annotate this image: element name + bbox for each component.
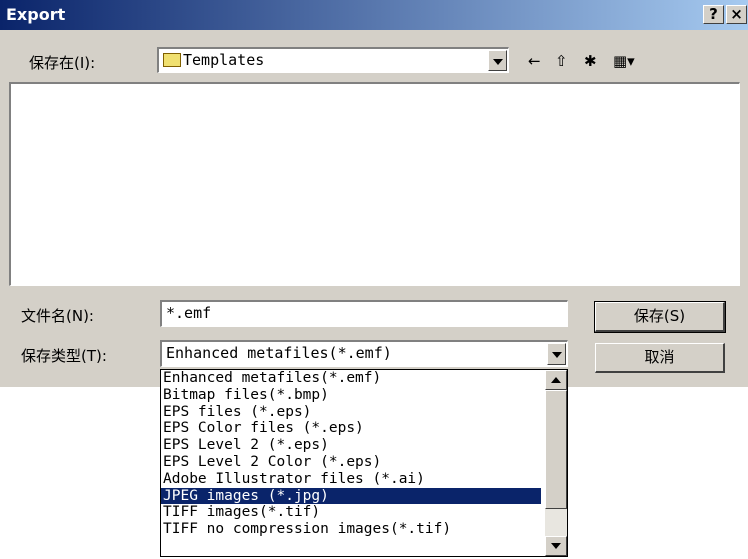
scroll-down-button[interactable] <box>545 536 567 556</box>
view-menu-icon[interactable]: ▦▾ <box>613 52 635 70</box>
file-type-option[interactable]: Bitmap files(*.bmp) <box>161 387 541 404</box>
save-button[interactable]: 保存(S) <box>594 301 726 333</box>
new-folder-icon[interactable]: ✱ <box>584 52 597 70</box>
file-type-option[interactable]: EPS Color files (*.eps) <box>161 420 541 437</box>
file-type-value: Enhanced metafiles(*.emf) <box>166 344 392 362</box>
file-type-option[interactable]: Enhanced metafiles(*.emf) <box>161 370 541 387</box>
file-name-label: 文件名(N): <box>21 307 94 325</box>
scroll-thumb[interactable] <box>545 390 567 509</box>
file-type-combo[interactable]: Enhanced metafiles(*.emf) <box>160 340 568 367</box>
file-type-option[interactable]: EPS Level 2 (*.eps) <box>161 437 541 454</box>
file-type-dropdown-list[interactable]: Enhanced metafiles(*.emf) Bitmap files(*… <box>160 369 568 557</box>
file-type-label: 保存类型(T): <box>21 347 107 365</box>
window-title: Export <box>6 5 66 24</box>
chevron-up-icon <box>551 377 561 383</box>
export-dialog: Export ? × 保存在(I): Templates ← ⇧ ✱ ▦▾ 文件… <box>0 0 748 387</box>
file-name-input[interactable]: *.emf <box>160 300 568 327</box>
file-type-option[interactable]: Adobe Illustrator files (*.ai) <box>161 471 541 488</box>
file-name-value: *.emf <box>166 304 212 322</box>
file-type-option[interactable]: JPEG images (*.jpg) <box>161 487 541 505</box>
folder-icon <box>163 53 181 67</box>
file-type-option[interactable]: TIFF images(*.tif) <box>161 504 541 521</box>
file-type-option[interactable]: TIFF no compression images(*.tif) <box>161 521 541 538</box>
file-list-area[interactable] <box>9 82 740 286</box>
title-bar[interactable]: Export ? × <box>0 0 748 30</box>
save-in-combo[interactable]: Templates <box>157 47 509 73</box>
file-type-option[interactable]: EPS Level 2 Color (*.eps) <box>161 454 541 471</box>
save-in-label: 保存在(I): <box>29 54 96 72</box>
up-folder-icon[interactable]: ⇧ <box>555 52 568 70</box>
help-button[interactable]: ? <box>703 5 724 24</box>
dropdown-scrollbar[interactable] <box>545 370 567 556</box>
file-type-option[interactable]: EPS files (*.eps) <box>161 404 541 421</box>
cancel-button[interactable]: 取消 <box>595 343 725 373</box>
save-in-value: Templates <box>183 51 265 69</box>
chevron-down-icon <box>493 59 503 65</box>
close-button[interactable]: × <box>726 5 747 24</box>
chevron-down-icon <box>552 352 562 358</box>
save-in-dropdown-button[interactable] <box>488 50 507 71</box>
scroll-up-button[interactable] <box>545 370 567 390</box>
file-type-dropdown-button[interactable] <box>547 343 566 365</box>
back-arrow-icon[interactable]: ← <box>528 52 541 70</box>
chevron-down-icon <box>551 543 561 549</box>
